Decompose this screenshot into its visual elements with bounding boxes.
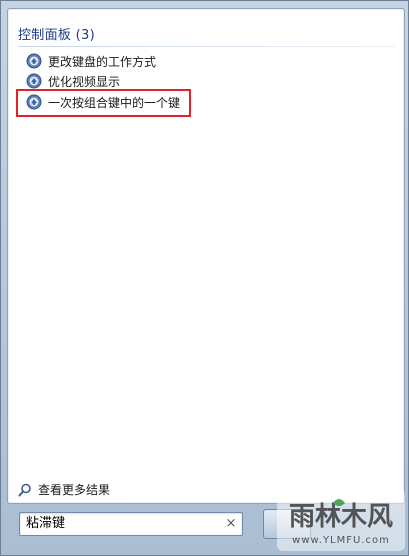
watermark-logo: 雨林木风 www.YLMFU.com	[277, 489, 405, 551]
watermark-brand: 雨林木风	[289, 502, 393, 532]
watermark-url: www.YLMFU.com	[292, 535, 390, 546]
result-item-keyboard-settings[interactable]: 更改键盘的工作方式	[26, 52, 156, 70]
control-panel-icon	[26, 73, 42, 89]
clear-icon[interactable]: ×	[225, 517, 237, 531]
start-menu-search-pane: 控制面板 (3) 更改键盘的工作方式 优化视频显示 一次按组合键中的一个键 查看…	[0, 0, 409, 556]
result-label: 优化视频显示	[48, 74, 121, 89]
highlight-box	[16, 89, 191, 117]
search-icon	[18, 483, 31, 496]
see-more-results-link[interactable]: 查看更多结果	[18, 481, 110, 498]
group-header-control-panel[interactable]: 控制面板 (3)	[18, 24, 95, 43]
result-item-video-display[interactable]: 优化视频显示	[26, 72, 120, 90]
result-label: 更改键盘的工作方式	[48, 54, 157, 69]
search-input[interactable]	[26, 513, 216, 535]
search-box[interactable]: ×	[19, 512, 243, 536]
group-divider	[18, 46, 396, 47]
see-more-label: 查看更多结果	[38, 483, 111, 497]
control-panel-icon	[26, 53, 42, 69]
search-results-panel: 控制面板 (3) 更改键盘的工作方式 优化视频显示 一次按组合键中的一个键 查看…	[7, 8, 405, 504]
